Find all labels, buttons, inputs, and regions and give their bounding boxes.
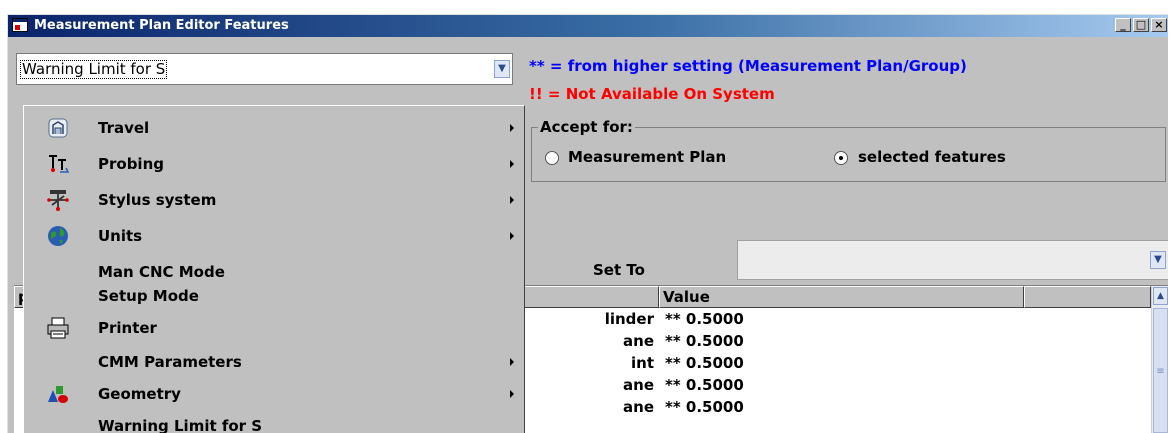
menu-item-travel[interactable]: Travel (24, 112, 524, 145)
app-icon (12, 18, 28, 32)
scroll-thumb[interactable]: ≡ (1153, 308, 1168, 433)
submenu-arrow-icon (510, 232, 514, 240)
menu-item-cmm-parameters[interactable]: CMM Parameters (24, 348, 524, 376)
cell-value: ** 0.5000 (665, 398, 744, 416)
column-header-value[interactable]: Value (659, 286, 1024, 308)
cell-value: ** 0.5000 (665, 354, 744, 372)
cell-value: ** 0.5000 (665, 376, 744, 394)
menu-item-label: Geometry (98, 385, 181, 403)
menu-item-label: Units (98, 227, 143, 245)
column-header-extra[interactable] (1024, 286, 1151, 308)
menu-item-label: Printer (98, 319, 157, 337)
menu-item-warning-limit-for-s[interactable]: Warning Limit for S (24, 412, 524, 433)
legend-not-available: !! = Not Available On System (529, 85, 775, 103)
cell-value: ** 0.5000 (665, 310, 744, 328)
set-to-label: Set To (593, 261, 645, 279)
feature-dropdown-menu: Travel Probing Stylus system Units Man C… (23, 105, 525, 433)
measurement-plan-editor-window: Measurement Plan Editor Features _ □ × W… (7, 14, 1168, 433)
submenu-arrow-icon (510, 196, 514, 204)
globe-icon (48, 226, 68, 246)
cell-value: ** 0.5000 (665, 332, 744, 350)
menu-item-label: CMM Parameters (98, 353, 242, 371)
menu-item-units[interactable]: Units (24, 220, 524, 253)
chevron-down-icon[interactable]: ▼ (1150, 251, 1166, 269)
title-bar[interactable]: Measurement Plan Editor Features _ □ × (8, 15, 1168, 37)
submenu-arrow-icon (510, 390, 514, 398)
menu-item-setup-mode[interactable]: Setup Mode (24, 282, 524, 308)
maximize-button[interactable]: □ (1133, 18, 1149, 32)
menu-item-stylus-system[interactable]: Stylus system (24, 184, 524, 217)
menu-item-man-cnc-mode[interactable]: Man CNC Mode (24, 256, 524, 282)
minimize-button[interactable]: _ (1115, 18, 1131, 32)
submenu-arrow-icon (510, 160, 514, 168)
feature-combo[interactable]: Warning Limit for S ▼ (16, 53, 513, 85)
chevron-down-icon[interactable]: ▼ (494, 60, 510, 78)
radio-measurement-plan-label[interactable]: Measurement Plan (568, 148, 726, 166)
probing-icon (49, 155, 70, 173)
geometry-icon (48, 386, 68, 403)
legend-higher-setting: ** = from higher setting (Measurement Pl… (529, 57, 967, 75)
close-button[interactable]: × (1151, 18, 1167, 32)
window-title: Measurement Plan Editor Features (34, 18, 289, 33)
vertical-scrollbar[interactable]: ▲ ≡ (1151, 286, 1168, 433)
printer-icon (47, 317, 69, 339)
menu-item-label: Stylus system (98, 191, 217, 209)
accept-for-label: Accept for: (538, 118, 635, 136)
radio-selected-features-label[interactable]: selected features (858, 148, 1006, 166)
menu-item-label: Travel (98, 119, 150, 137)
menu-item-printer[interactable]: Printer (24, 312, 524, 345)
feature-combo-value: Warning Limit for S (20, 60, 168, 79)
menu-item-probing[interactable]: Probing (24, 148, 524, 181)
radio-measurement-plan[interactable] (545, 151, 559, 165)
submenu-arrow-icon (510, 358, 514, 366)
submenu-arrow-icon (510, 124, 514, 132)
menu-item-label: Setup Mode (98, 287, 199, 305)
scroll-up-icon[interactable]: ▲ (1153, 287, 1168, 305)
menu-item-label: Warning Limit for S (98, 417, 263, 433)
travel-icon (48, 118, 68, 138)
radio-selected-features[interactable] (834, 151, 848, 165)
menu-item-label: Man CNC Mode (98, 263, 225, 281)
menu-item-label: Probing (98, 155, 164, 173)
stylus-icon (47, 190, 69, 211)
set-to-combo[interactable]: ▼ (737, 240, 1168, 280)
menu-item-geometry[interactable]: Geometry (24, 378, 524, 411)
